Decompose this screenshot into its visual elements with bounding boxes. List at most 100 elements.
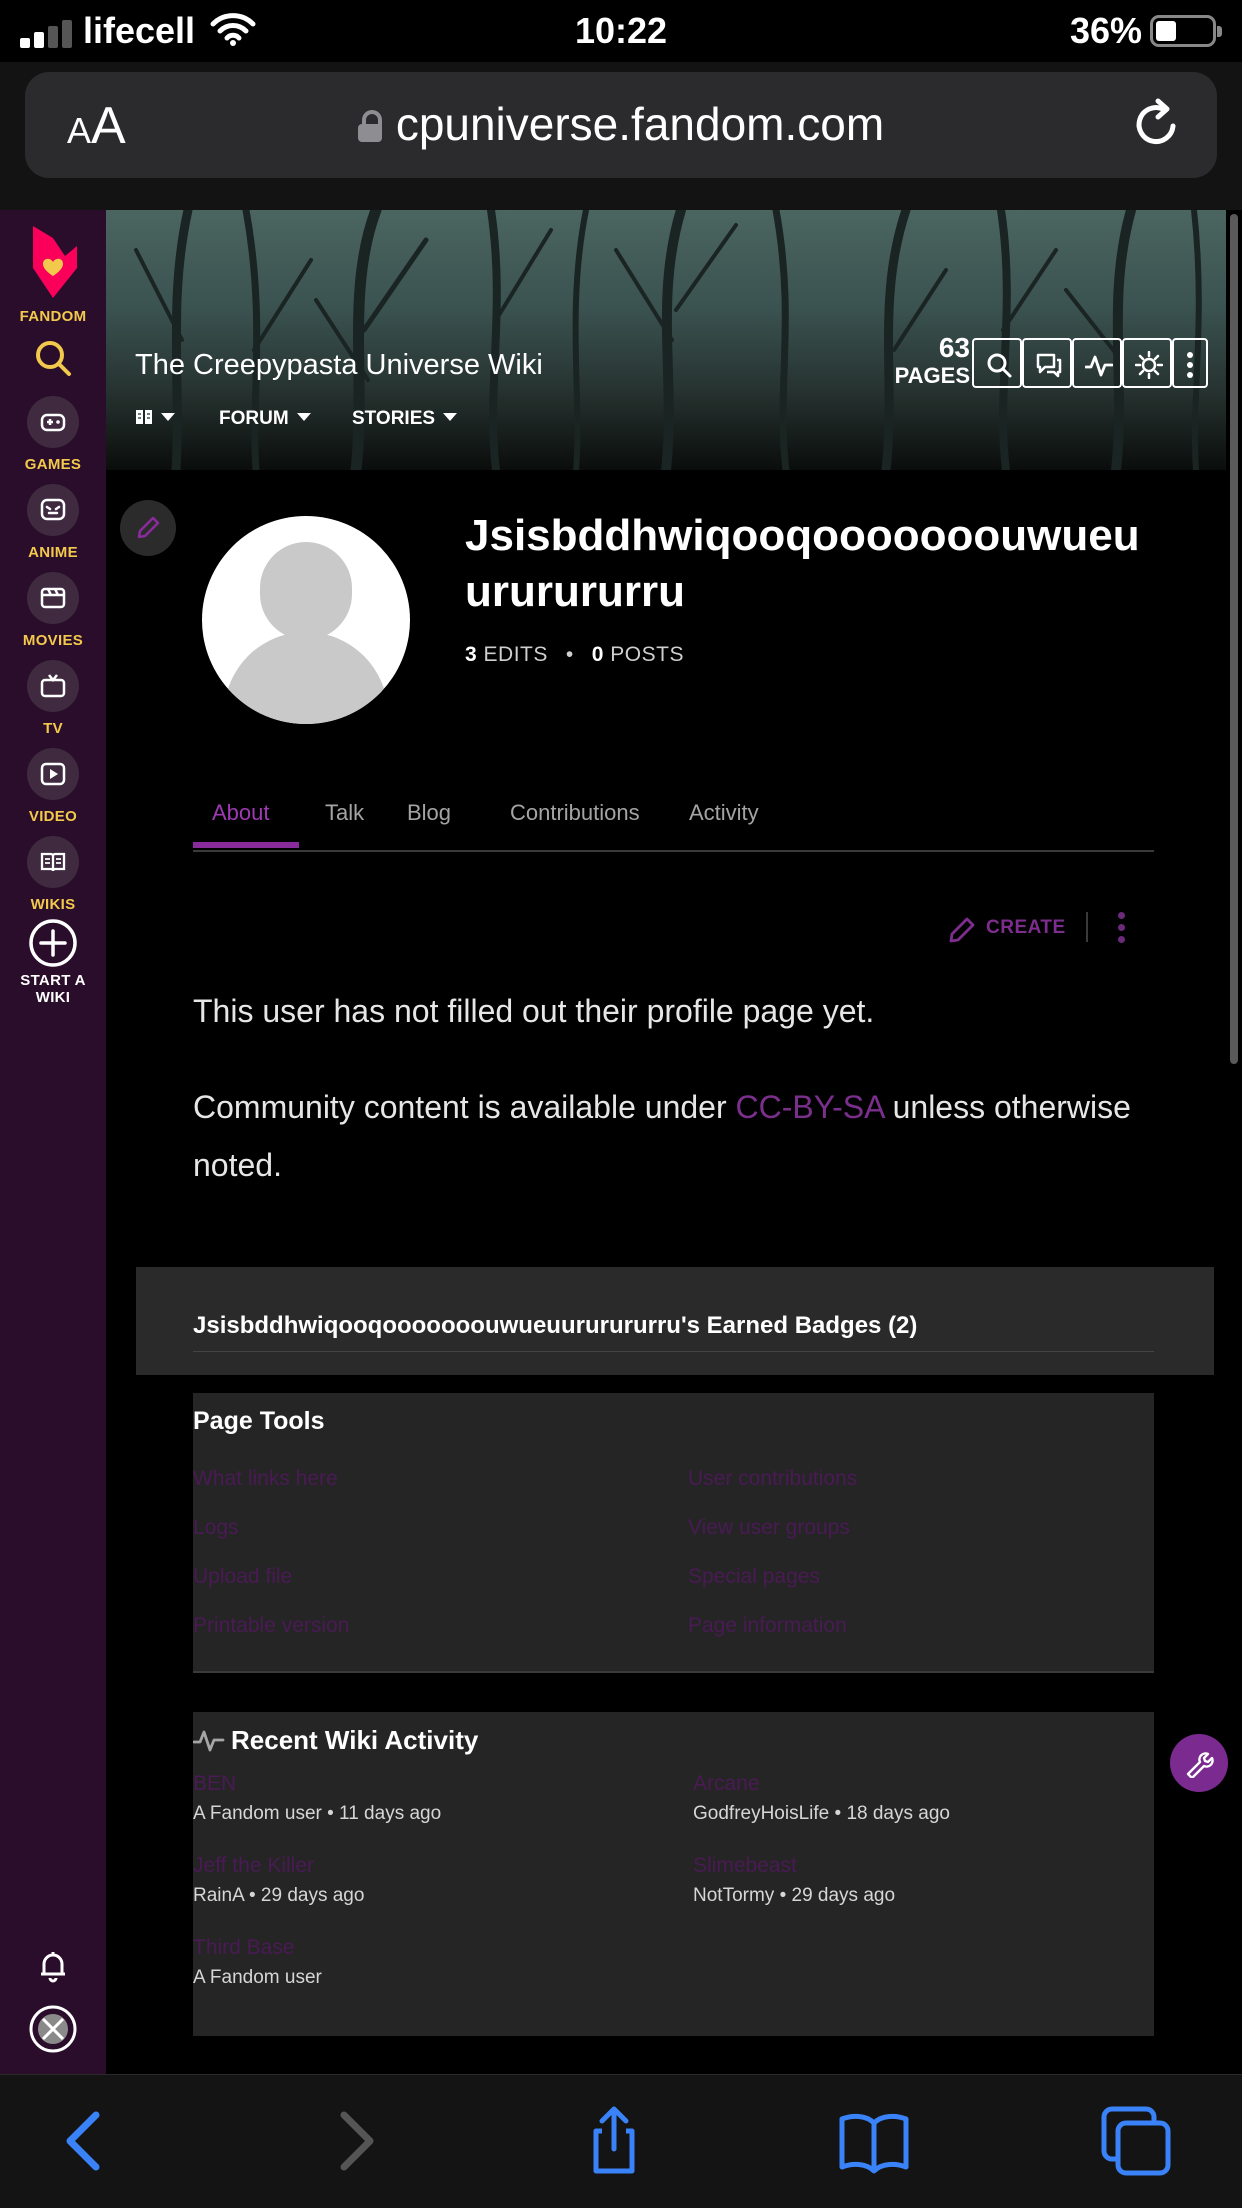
share-icon[interactable]: [578, 2105, 650, 2177]
forward-icon[interactable]: [318, 2105, 390, 2177]
sidebar-item-movies[interactable]: MOVIES: [0, 572, 106, 649]
license-link[interactable]: CC-BY-SA: [736, 1089, 884, 1125]
profile-tabs: About Talk Blog Contributions Activity: [193, 798, 1154, 852]
edit-button[interactable]: [120, 500, 176, 556]
search-button[interactable]: [972, 338, 1022, 388]
create-label: CREATE: [986, 917, 1066, 938]
pencil-icon: [949, 917, 975, 943]
nav-stories[interactable]: STORIES: [352, 406, 458, 432]
page-actions-button[interactable]: [1118, 912, 1128, 944]
start-wiki-label: START A WIKI: [20, 972, 86, 1006]
tab-about[interactable]: About: [212, 798, 270, 828]
link-special-pages[interactable]: Special pages: [688, 1563, 820, 1591]
book-icon: [27, 836, 79, 888]
activity-item-meta: GodfreyHoisLife • 18 days ago: [693, 1803, 950, 1824]
license-text: Community content is available under CC-…: [193, 1089, 1131, 1183]
link-what-links-here[interactable]: What links here: [193, 1465, 338, 1493]
wiki-tools-fab[interactable]: [1170, 1734, 1228, 1792]
fandom-logo[interactable]: FANDOM: [0, 224, 106, 325]
url-field[interactable]: cpuniverse.fandom.com: [25, 96, 1217, 152]
activity-icon: [193, 1730, 225, 1752]
tab-activity[interactable]: Activity: [689, 798, 759, 828]
start-wiki-button[interactable]: START A WIKI: [0, 918, 106, 1006]
pencil-icon: [137, 516, 160, 539]
earned-badges-section: Jsisbddhwiqooqooooooouwueuururururru's E…: [136, 1267, 1214, 1375]
scrollbar[interactable]: [1230, 214, 1238, 1064]
fandom-sidebar: FANDOM GAMES ANIME MOVIES TV VIDEO WIKIS…: [0, 210, 106, 2074]
sidebar-item-label: GAMES: [24, 456, 82, 473]
movie-icon: [27, 572, 79, 624]
sidebar-item-label: MOVIES: [22, 632, 84, 649]
pages-label: PAGES: [894, 363, 970, 388]
gamepad-icon: [27, 396, 79, 448]
url-text: cpuniverse.fandom.com: [395, 98, 885, 150]
sidebar-item-games[interactable]: GAMES: [0, 396, 106, 473]
tab-talk[interactable]: Talk: [325, 798, 364, 828]
back-icon[interactable]: [50, 2105, 122, 2177]
active-tab-indicator: [193, 842, 299, 848]
address-bar[interactable]: AA cpuniverse.fandom.com: [25, 72, 1217, 178]
wiki-menu-button[interactable]: [135, 406, 175, 432]
activity-item-title[interactable]: BEN: [193, 1770, 236, 1798]
activity-item-title[interactable]: Arcane: [693, 1770, 760, 1798]
sidebar-item-label: WIKIS: [30, 896, 76, 913]
edits-count: 3: [465, 643, 478, 666]
posts-count: 0: [591, 643, 604, 666]
wrench-icon: [1186, 1752, 1214, 1778]
recent-activity-section: Recent Wiki Activity BEN A Fandom user •…: [193, 1712, 1154, 2036]
clock: 10:22: [574, 10, 668, 51]
fandom-label: FANDOM: [19, 308, 87, 325]
kebab-icon: [1187, 352, 1193, 378]
search-button[interactable]: [0, 338, 106, 378]
divider: [1086, 912, 1088, 942]
user-menu-button[interactable]: [0, 2004, 106, 2054]
page-tools-section: Page Tools What links here User contribu…: [193, 1393, 1154, 1673]
sidebar-item-wikis[interactable]: WIKIS: [0, 836, 106, 913]
empty-profile-message: This user has not filled out their profi…: [193, 993, 875, 1029]
tv-icon: [27, 660, 79, 712]
discussions-button[interactable]: [1022, 338, 1072, 388]
recent-activity-button[interactable]: [1072, 338, 1122, 388]
notifications-button[interactable]: [0, 1946, 106, 1986]
nav-forum[interactable]: FORUM: [219, 406, 311, 432]
reload-icon[interactable]: [1129, 96, 1185, 152]
tab-blog[interactable]: Blog: [407, 798, 451, 828]
wiki-title[interactable]: The Creepypasta Universe Wiki: [135, 347, 543, 383]
tab-contributions[interactable]: Contributions: [510, 798, 640, 828]
posts-label: POSTS: [610, 643, 684, 666]
theme-toggle-button[interactable]: [1122, 338, 1172, 388]
recent-activity-title: Recent Wiki Activity: [231, 1725, 479, 1755]
avatar: [202, 516, 410, 724]
status-bar: lifecell 10:22 36%: [0, 0, 1242, 62]
activity-item-title[interactable]: Jeff the Killer: [193, 1852, 314, 1880]
badges-title[interactable]: Jsisbddhwiqooqooooooouwueuururururru's E…: [193, 1311, 917, 1341]
page-tools-title: Page Tools: [193, 1407, 325, 1435]
sidebar-item-label: TV: [43, 720, 63, 737]
battery-icon: [1150, 15, 1222, 47]
sidebar-item-anime[interactable]: ANIME: [0, 484, 106, 561]
link-page-information[interactable]: Page information: [688, 1612, 847, 1640]
link-logs[interactable]: Logs: [193, 1514, 239, 1542]
pages-count: 63 PAGES: [888, 334, 970, 390]
link-upload-file[interactable]: Upload file: [193, 1563, 292, 1591]
sun-icon: [1135, 351, 1163, 379]
link-printable-version[interactable]: Printable version: [193, 1612, 349, 1640]
bell-icon: [41, 1952, 65, 1983]
link-user-contributions[interactable]: User contributions: [688, 1465, 857, 1493]
sidebar-item-video[interactable]: VIDEO: [0, 748, 106, 825]
more-options-button[interactable]: [1172, 338, 1208, 388]
link-view-user-groups[interactable]: View user groups: [688, 1514, 850, 1542]
sidebar-item-label: ANIME: [28, 544, 78, 561]
activity-icon: [1085, 355, 1113, 377]
activity-item-title[interactable]: Third Base: [193, 1934, 295, 1962]
screen: lifecell 10:22 36% AA cpuniverse.fandom.…: [0, 0, 1242, 2208]
bookmarks-icon[interactable]: [838, 2105, 910, 2177]
activity-item-title[interactable]: Slimebeast: [693, 1852, 797, 1880]
sidebar-item-tv[interactable]: TV: [0, 660, 106, 737]
browser-toolbar: [0, 2074, 1242, 2208]
battery-percent: 36%: [1069, 10, 1142, 51]
tabs-icon[interactable]: [1100, 2105, 1172, 2177]
fandom-logo-icon: [33, 226, 77, 298]
discussions-icon: [1036, 353, 1062, 378]
avatar-icon: [29, 2005, 77, 2053]
